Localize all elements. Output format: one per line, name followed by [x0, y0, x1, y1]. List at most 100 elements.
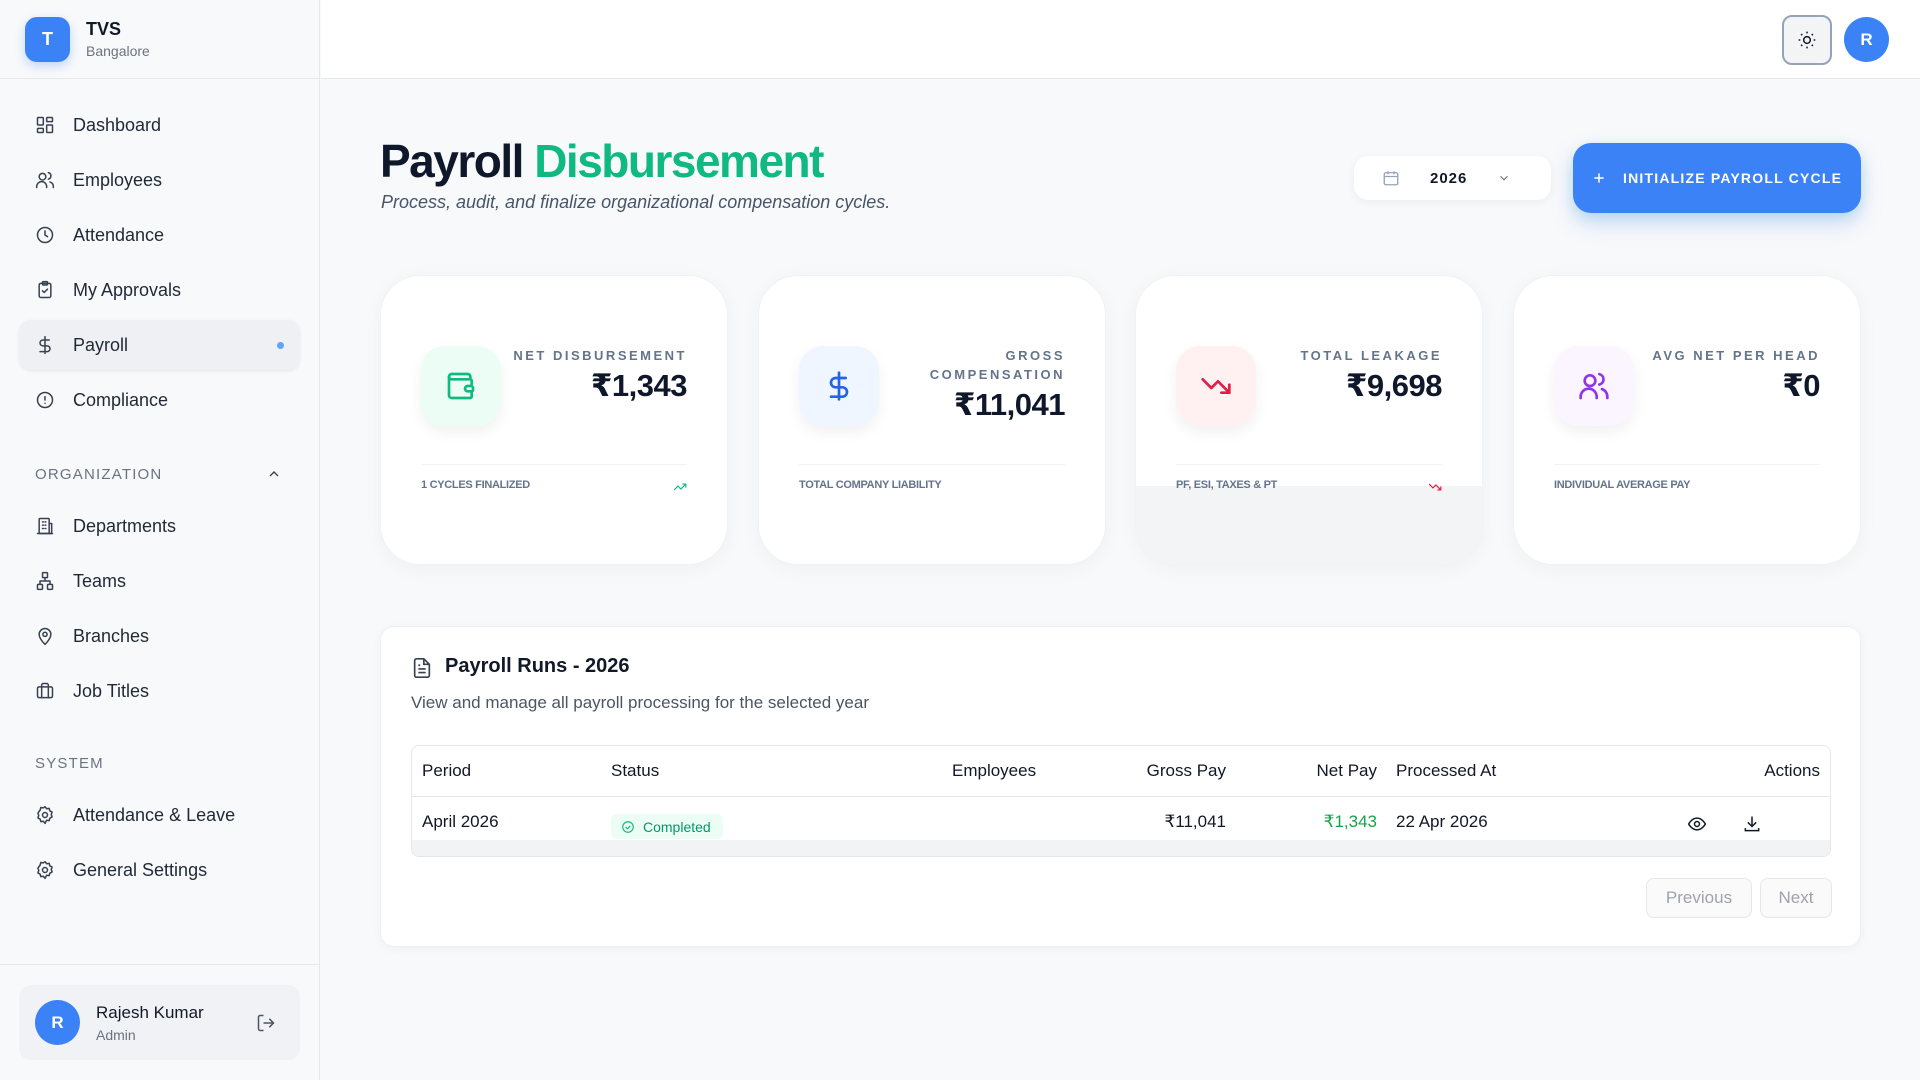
- column-header-actions: Actions: [1764, 761, 1820, 780]
- chevron-down-icon: [1500, 175, 1508, 181]
- gear-icon: [37, 805, 53, 825]
- status-text: Completed: [643, 818, 711, 835]
- check-circle-icon: [622, 820, 634, 833]
- stat-footer: PF, ESI, TAXES & PT: [1176, 479, 1278, 491]
- button-label: INITIALIZE PAYROLL CYCLE: [1623, 170, 1843, 186]
- previous-page-button[interactable]: Previous: [1646, 878, 1752, 918]
- initialize-payroll-button[interactable]: INITIALIZE PAYROLL CYCLE: [1573, 143, 1861, 213]
- divider: [1554, 464, 1820, 465]
- stat-value: ₹0: [1782, 368, 1820, 403]
- plus-icon: [1594, 173, 1604, 183]
- section-label-system: SYSTEM: [35, 755, 104, 772]
- sidebar: T TVS Bangalore Dashboard Employees Atte…: [0, 0, 320, 1080]
- sidebar-item-dashboard[interactable]: Dashboard: [19, 100, 300, 150]
- sidebar-item-compliance[interactable]: Compliance: [19, 375, 300, 425]
- theme-toggle-button[interactable]: [1782, 15, 1832, 65]
- stat-card-total-leakage: TOTAL LEAKAGE ₹9,698 PF, ESI, TAXES & PT: [1135, 275, 1483, 565]
- network-icon: [36, 571, 54, 591]
- clipboard-check-icon: [38, 280, 52, 299]
- user-profile[interactable]: R Rajesh Kumar Admin: [19, 985, 300, 1060]
- user-role: Admin: [96, 1026, 136, 1043]
- sidebar-item-teams[interactable]: Teams: [19, 556, 300, 606]
- avatar: R: [35, 1000, 80, 1045]
- trending-down-icon: [1428, 483, 1442, 491]
- status-badge: Completed: [611, 814, 723, 839]
- stat-value: ₹11,041: [953, 387, 1066, 422]
- panel-title: Payroll Runs - 2026: [445, 655, 630, 677]
- brand-logo: T: [25, 16, 70, 62]
- stat-label: AVG NET PER HEAD: [1652, 348, 1820, 363]
- dollar-icon: [829, 371, 849, 401]
- sidebar-item-general-settings[interactable]: General Settings: [19, 845, 300, 895]
- map-pin-icon: [38, 627, 52, 646]
- divider: [412, 796, 1830, 797]
- company-location: Bangalore: [86, 43, 150, 59]
- main-nav: Dashboard Employees Attendance My Approv…: [19, 100, 300, 425]
- payroll-runs-panel: Payroll Runs - 2026 View and manage all …: [380, 626, 1861, 947]
- download-icon[interactable]: [1742, 814, 1762, 834]
- sidebar-item-label: Compliance: [73, 389, 169, 410]
- briefcase-icon: [36, 682, 54, 699]
- sidebar-item-attendance-leave[interactable]: Attendance & Leave: [19, 790, 300, 840]
- column-header-processed-at[interactable]: Processed At: [1396, 746, 1496, 796]
- stat-card-gross-compensation: GROSS COMPENSATION ₹11,041 TOTAL COMPANY…: [758, 275, 1106, 565]
- users-icon: [35, 171, 55, 189]
- chevron-up-icon[interactable]: [266, 466, 282, 482]
- next-page-button[interactable]: Next: [1760, 878, 1832, 918]
- stat-card-net-disbursement: NET DISBURSEMENT ₹1,343 1 CYCLES FINALIZ…: [380, 275, 728, 565]
- divider: [1176, 464, 1442, 465]
- year-value: 2026: [1430, 169, 1468, 187]
- payroll-runs-table: Period Status Employees Gross Pay Net Pa…: [411, 745, 1831, 857]
- sidebar-item-label: Attendance & Leave: [73, 804, 236, 825]
- gear-icon: [37, 860, 53, 880]
- sidebar-item-attendance[interactable]: Attendance: [19, 210, 300, 260]
- users-icon: [1579, 372, 1609, 400]
- page-subtitle: Process, audit, and finalize organizatio…: [381, 192, 891, 212]
- sidebar-item-employees[interactable]: Employees: [19, 155, 300, 205]
- company-name: TVS: [86, 19, 122, 39]
- column-header-gross-pay[interactable]: Gross Pay: [1147, 746, 1226, 796]
- sidebar-item-label: Job Titles: [73, 680, 150, 701]
- row-shade: [412, 840, 1830, 856]
- stat-value: ₹1,343: [590, 368, 688, 403]
- column-header-period[interactable]: Period: [422, 746, 471, 796]
- eye-icon[interactable]: [1687, 814, 1707, 834]
- dashboard-icon: [36, 116, 54, 134]
- sidebar-item-label: Departments: [73, 515, 177, 536]
- brand-header[interactable]: T TVS Bangalore: [0, 0, 319, 79]
- column-header-net-pay[interactable]: Net Pay: [1317, 746, 1377, 796]
- stat-footer: INDIVIDUAL AVERAGE PAY: [1554, 479, 1691, 491]
- file-text-icon: [413, 658, 431, 678]
- sidebar-item-departments[interactable]: Departments: [19, 501, 300, 551]
- sidebar-item-branches[interactable]: Branches: [19, 611, 300, 661]
- cell-net-pay: ₹1,343: [1323, 812, 1377, 831]
- sidebar-item-label: My Approvals: [73, 279, 182, 300]
- year-select[interactable]: 2026: [1354, 156, 1551, 200]
- avatar[interactable]: R: [1844, 17, 1889, 62]
- trending-down-icon: [1201, 378, 1231, 394]
- sidebar-item-my-approvals[interactable]: My Approvals: [19, 265, 300, 315]
- sidebar-item-job-titles[interactable]: Job Titles: [19, 666, 300, 716]
- dollar-icon: [39, 335, 51, 355]
- top-bar: [321, 0, 1920, 79]
- logout-icon[interactable]: [256, 1013, 276, 1033]
- column-header-employees[interactable]: Employees: [952, 746, 1036, 796]
- stat-value: ₹9,698: [1345, 368, 1443, 403]
- organization-nav: Departments Teams Branches Job Titles: [19, 501, 300, 716]
- stat-label: GROSS COMPENSATION: [929, 348, 1065, 382]
- sidebar-item-label: Payroll: [73, 334, 129, 355]
- column-header-status[interactable]: Status: [611, 746, 659, 796]
- user-name: Rajesh Kumar: [96, 1002, 204, 1022]
- stat-footer: 1 CYCLES FINALIZED: [421, 479, 530, 491]
- divider: [421, 464, 687, 465]
- sidebar-item-label: Dashboard: [73, 114, 162, 135]
- sidebar-item-payroll[interactable]: Payroll: [19, 320, 300, 370]
- cell-processed-at: 22 Apr 2026: [1396, 812, 1488, 831]
- cell-period: April 2026: [422, 812, 499, 831]
- stat-label: TOTAL LEAKAGE: [1300, 348, 1442, 363]
- divider: [0, 964, 320, 965]
- panel-subtitle: View and manage all payroll processing f…: [411, 693, 870, 712]
- page-title: Payroll Disbursement: [380, 134, 824, 188]
- calendar-icon: [1383, 171, 1399, 186]
- cell-gross-pay: ₹11,041: [1164, 812, 1226, 831]
